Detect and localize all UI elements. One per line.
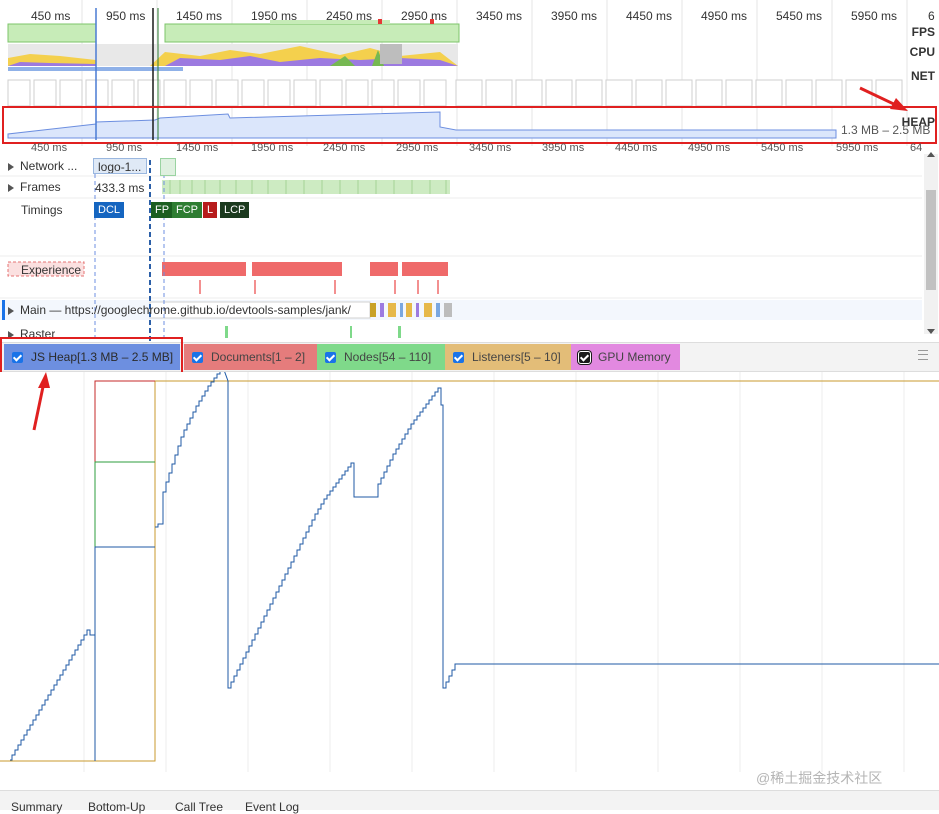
expand-triangle-icon[interactable] [8,306,14,315]
counter-graph [0,372,939,772]
gpu-memory-counter-label: GPU Memory [598,350,671,364]
net-lane-label: NET [911,69,935,83]
cpu-lane-label: CPU [909,45,935,59]
checkbox-icon[interactable] [325,352,336,364]
tab-bottom-up[interactable]: Bottom-Up [88,800,145,814]
documents-counter-label: Documents[1 – 2] [211,350,306,364]
dcl-marker[interactable]: DCL [94,202,125,218]
fps-lane-label: FPS [911,25,935,39]
checkbox-icon[interactable] [453,352,464,364]
frames-label-text: Frames [20,180,61,194]
heap-highlight-box [2,106,937,144]
tab-summary[interactable]: Summary [11,800,62,814]
checkbox-icon[interactable] [578,351,591,365]
frame-duration[interactable]: 433.3 ms [95,181,144,195]
expand-triangle-icon[interactable] [8,162,14,171]
gpu-memory-counter-toggle[interactable]: GPU Memory [571,344,680,370]
listeners-counter-label: Listeners[5 – 10] [472,350,561,364]
js-heap-highlight-box [0,337,183,376]
watermark: @稀土掘金技术社区 [756,770,883,786]
main-label-text: Main — https://googlechrome.github.io/de… [20,303,351,317]
network-request[interactable]: logo-1... [93,158,147,174]
expand-triangle-icon[interactable] [8,183,14,192]
documents-counter-toggle[interactable]: Documents[1 – 2] [184,344,317,370]
tab-call-tree[interactable]: Call Tree [175,800,223,814]
fcp-marker[interactable]: FCP [172,202,202,218]
main-thread-label[interactable]: Main — https://googlechrome.github.io/de… [8,303,351,317]
flame-chart[interactable]: 450 ms 950 ms 1450 ms 1950 ms 2450 ms 29… [0,142,939,342]
network-request-small[interactable] [160,158,176,176]
checkbox-icon[interactable] [192,352,203,364]
lcp-marker[interactable]: LCP [220,202,250,218]
timeline-overview[interactable]: 450 ms 950 ms 1450 ms 1950 ms 2450 ms 29… [0,0,939,146]
nodes-counter-toggle[interactable]: Nodes[54 – 110] [317,344,445,370]
experience-track-label: Experience [21,263,82,277]
tab-event-log[interactable]: Event Log [245,800,299,814]
menu-icon[interactable] [918,350,928,360]
counter-graph-canvas [0,372,939,772]
l-marker[interactable]: L [203,202,218,218]
nodes-counter-label: Nodes[54 – 110] [344,350,432,364]
listeners-counter-toggle[interactable]: Listeners[5 – 10] [445,344,571,370]
frames-track-label[interactable]: Frames [8,180,61,194]
timings-track-label: Timings [21,203,63,217]
network-label-text: Network ... [20,159,78,173]
network-track-label[interactable]: Network ... [8,159,77,173]
fp-marker[interactable]: FP [151,202,174,218]
